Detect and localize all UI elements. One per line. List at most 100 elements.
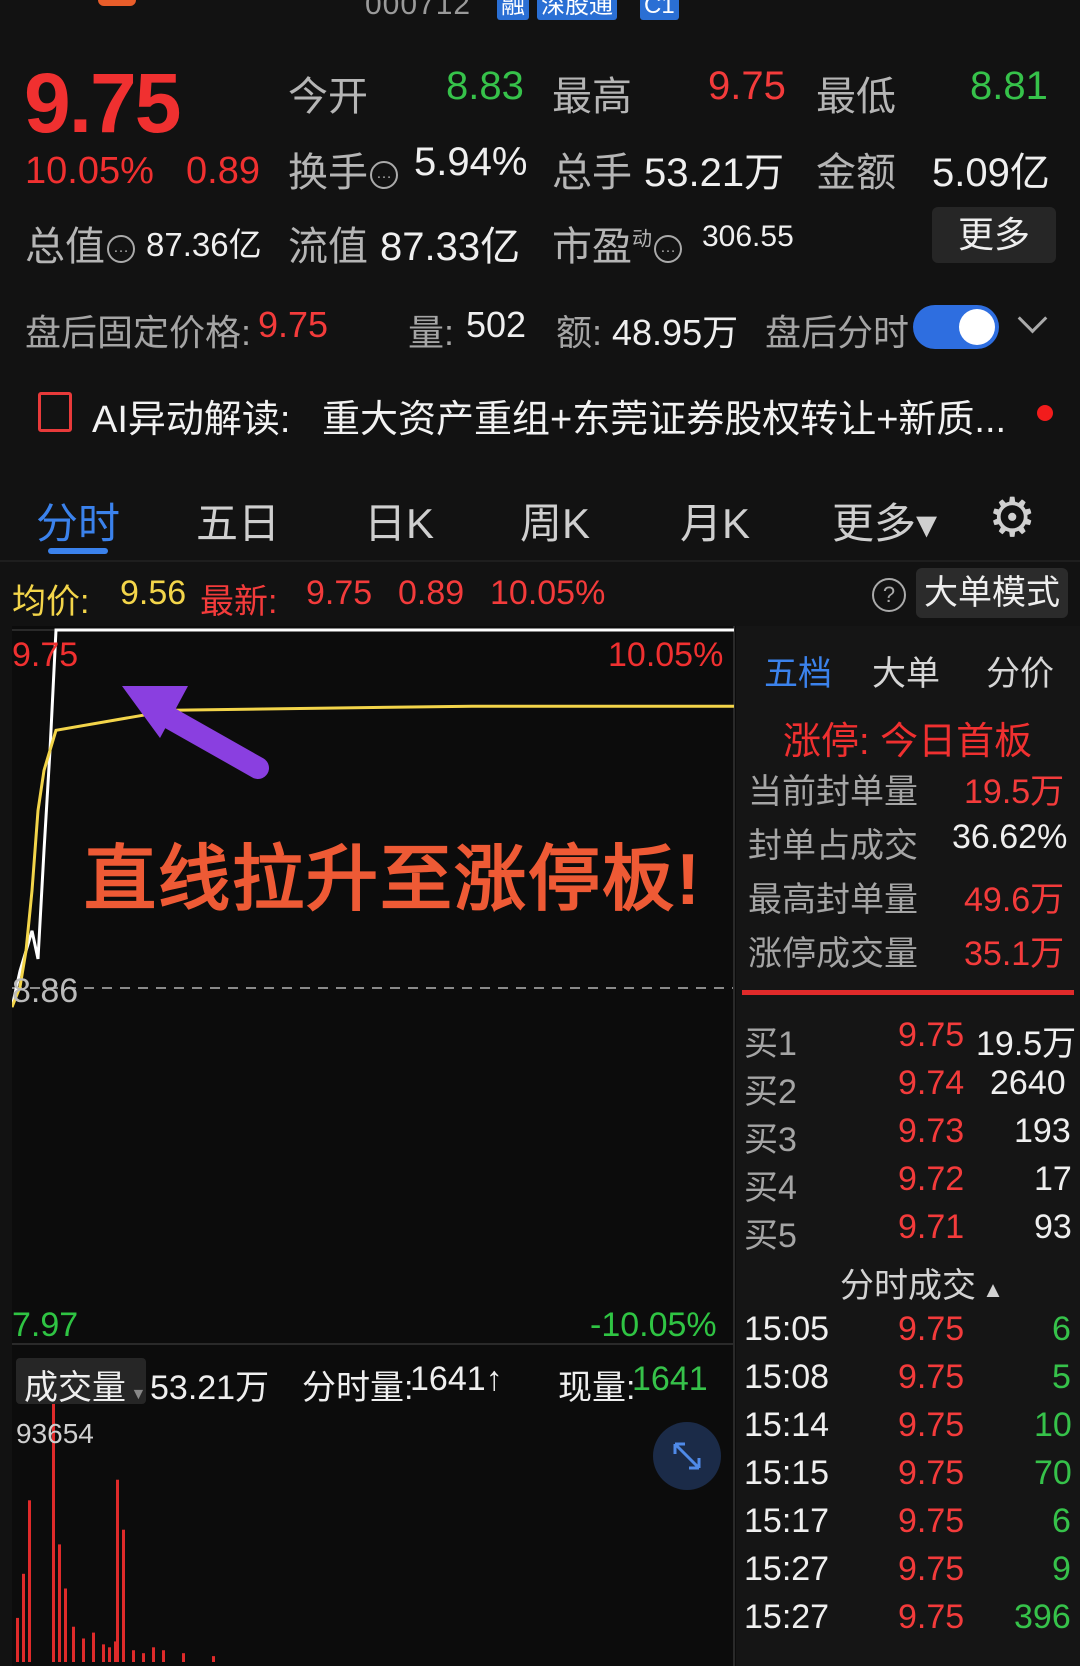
after-hours-toggle-label: 盘后分时	[765, 312, 910, 353]
tab-more[interactable]: 更多▾	[832, 490, 937, 551]
bid-price: 9.74	[898, 1064, 965, 1102]
limit-row-label: 涨停成交量	[748, 935, 918, 973]
back-badge[interactable]	[98, 0, 136, 6]
limit-row-value: 36.62%	[952, 818, 1068, 856]
ticks-title[interactable]: 分时成交 ▲	[840, 1258, 1004, 1307]
ai-label: AI异动解读:	[92, 399, 291, 441]
chart-background	[12, 626, 736, 1666]
bid-price: 9.71	[898, 1208, 965, 1246]
volume-bar	[16, 1617, 19, 1662]
tick-qty: 9	[1052, 1550, 1071, 1588]
tab-intraday[interactable]: 分时	[36, 490, 120, 551]
tab-price-distribution[interactable]: 分价	[986, 646, 1054, 695]
last-price: 9.75	[24, 56, 181, 150]
high-value: 9.75	[708, 64, 786, 108]
volume-bar	[22, 1573, 25, 1662]
avg-label: 均价:	[12, 583, 90, 621]
float-value: 87.33亿	[380, 225, 521, 269]
y-axis-prev-close: 8.86	[12, 972, 79, 1010]
bid-qty: 2640	[990, 1064, 1066, 1102]
last-percent: 10.05%	[490, 574, 606, 612]
y-axis-max: 9.75	[12, 636, 79, 674]
low-value: 8.81	[970, 64, 1048, 108]
tick-time: 15:08	[744, 1358, 830, 1396]
volume-value: 53.21万	[644, 151, 785, 195]
volume-bar	[212, 1656, 215, 1662]
turnover-value: 5.94%	[414, 140, 528, 184]
big-order-mode-button[interactable]: 大单模式	[916, 568, 1068, 618]
tick-qty: 10	[1034, 1406, 1072, 1444]
stock-code: 000712	[365, 0, 472, 21]
tick-time: 15:27	[744, 1598, 830, 1636]
intraday-chart[interactable]	[12, 626, 736, 1666]
top-header: 000712 融 深股通 C1	[0, 0, 1080, 30]
volume-bar	[162, 1650, 165, 1662]
volume-bar	[108, 1647, 111, 1662]
volume-bar	[132, 1650, 135, 1662]
mktcap-label: 总值…	[25, 214, 135, 272]
tick-time: 15:05	[744, 1310, 830, 1348]
after-hours-price-label: 盘后固定价格:	[25, 312, 252, 353]
level-tag: C1	[640, 0, 679, 20]
info-icon[interactable]: …	[654, 235, 682, 264]
tick-price: 9.75	[898, 1454, 965, 1492]
gear-icon[interactable]: ⚙	[988, 486, 1036, 549]
divider	[0, 560, 1080, 562]
margin-tag: 融	[497, 0, 529, 20]
volume-bar	[64, 1588, 67, 1662]
period-volume: 1641↑	[410, 1360, 503, 1398]
limit-row-value: 35.1万	[964, 935, 1065, 973]
tab-five-day[interactable]: 五日	[196, 490, 280, 551]
volume-bar	[152, 1647, 155, 1662]
tick-price: 9.75	[898, 1598, 965, 1636]
bid-label: 买1	[744, 1025, 797, 1063]
limit-row-value: 49.6万	[964, 881, 1065, 919]
info-icon[interactable]: …	[107, 235, 135, 264]
volume-dropdown-label: 成交量 ▼	[24, 1369, 147, 1407]
tick-price: 9.75	[898, 1310, 965, 1348]
bid-label: 买2	[744, 1073, 797, 1111]
info-icon[interactable]: …	[370, 161, 398, 190]
after-hours-vol: 502	[466, 304, 527, 345]
after-hours-price: 9.75	[258, 304, 329, 345]
bid-qty: 19.5万	[976, 1025, 1077, 1063]
tab-big-orders[interactable]: 大单	[872, 646, 940, 695]
unread-dot-icon	[1037, 405, 1053, 421]
bid-label: 买4	[744, 1169, 797, 1207]
volume-axis-max: 93654	[16, 1418, 94, 1449]
bid-price: 9.73	[898, 1112, 965, 1150]
amount-value: 5.09亿	[932, 151, 1050, 195]
after-hours-vol-label: 量:	[408, 312, 455, 353]
tab-five-level[interactable]: 五档	[764, 646, 832, 695]
after-hours-toggle[interactable]	[913, 305, 999, 349]
volume-bar	[52, 1368, 55, 1662]
current-volume: 1641	[632, 1360, 708, 1398]
volume-bar	[182, 1653, 185, 1662]
tick-price: 9.75	[898, 1358, 965, 1396]
bid-qty: 17	[1034, 1160, 1072, 1198]
volume-label: 总手	[552, 151, 632, 195]
pe-label: 市盈动…	[552, 214, 682, 272]
tab-weekly-k[interactable]: 周K	[520, 490, 590, 551]
bid-qty: 93	[1034, 1208, 1072, 1246]
chevron-down-icon[interactable]	[1017, 303, 1048, 334]
tab-daily-k[interactable]: 日K	[364, 490, 434, 551]
bid-qty: 193	[1014, 1112, 1071, 1150]
high-label: 最高	[552, 75, 632, 119]
connect-tag: 深股通	[537, 0, 617, 20]
tick-time: 15:14	[744, 1406, 830, 1444]
expand-icon[interactable]	[653, 1422, 721, 1490]
bid-label: 买5	[744, 1217, 797, 1255]
volume-bar	[72, 1626, 75, 1662]
ai-text[interactable]: 重大资产重组+东莞证券股权转让+新质...	[322, 388, 1006, 443]
more-button[interactable]: 更多	[932, 207, 1056, 263]
open-value: 8.83	[446, 64, 524, 108]
help-icon[interactable]: ?	[872, 578, 906, 612]
tick-qty: 6	[1052, 1502, 1071, 1540]
limit-up-title: 涨停: 今日首板	[783, 721, 1033, 763]
mktcap-value: 87.36亿	[146, 226, 262, 263]
chart-annotation: 直线拉升至涨停板!	[84, 840, 702, 920]
tab-monthly-k[interactable]: 月K	[680, 490, 750, 551]
avg-value: 9.56	[120, 574, 187, 612]
low-label: 最低	[816, 75, 896, 119]
